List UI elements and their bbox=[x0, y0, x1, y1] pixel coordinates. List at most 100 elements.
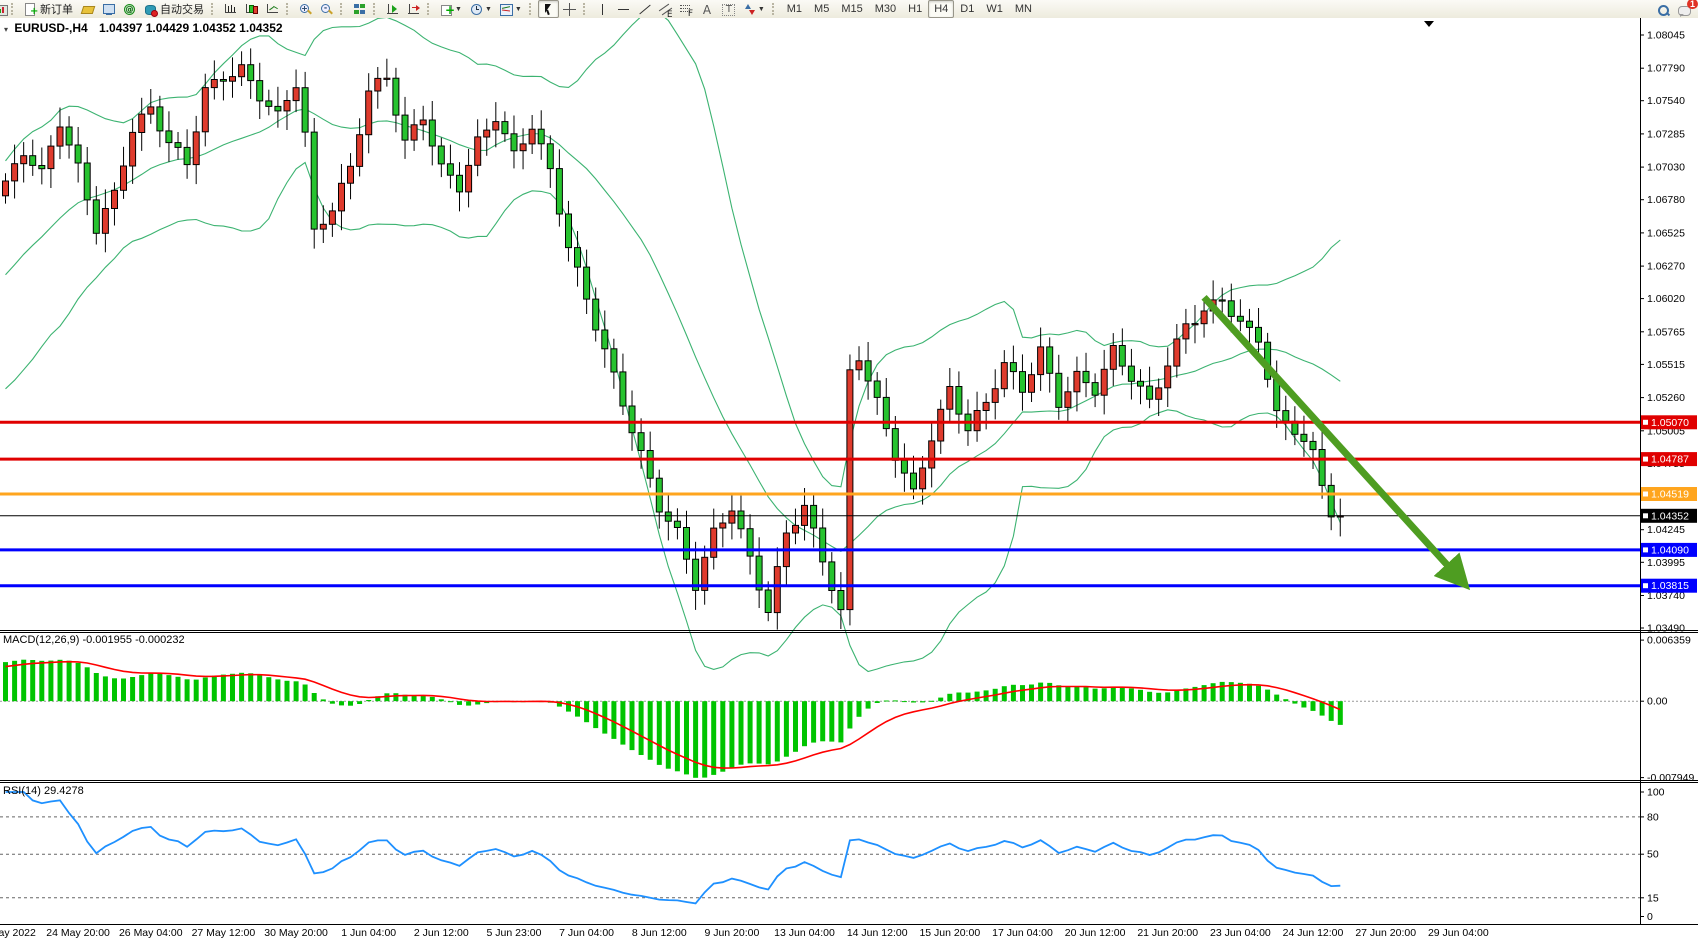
svg-text:15: 15 bbox=[1647, 892, 1659, 904]
signals-button[interactable]: @ bbox=[119, 0, 140, 18]
auto-scroll-button[interactable] bbox=[382, 0, 403, 18]
candle bbox=[284, 101, 290, 111]
metaeditor-button[interactable] bbox=[77, 0, 98, 18]
toolbar-grip[interactable] bbox=[211, 3, 217, 15]
zoom-in-button[interactable]: + bbox=[295, 0, 316, 18]
autotrading-button[interactable]: 自动交易 bbox=[140, 0, 208, 18]
timeframe-d1-button[interactable]: D1 bbox=[954, 0, 980, 18]
price-line-label: 1.04787 bbox=[1641, 452, 1697, 466]
svg-text:14 Jun 12:00: 14 Jun 12:00 bbox=[847, 927, 908, 939]
candle bbox=[738, 511, 744, 529]
periods-button[interactable]: ▼ bbox=[466, 0, 496, 18]
notifications-button[interactable]: 1 bbox=[1674, 1, 1695, 19]
candle bbox=[511, 134, 517, 151]
toolbar-grip[interactable] bbox=[427, 3, 433, 15]
toolbar-grip[interactable] bbox=[286, 3, 292, 15]
svg-text:1.05765: 1.05765 bbox=[1647, 326, 1685, 338]
candle bbox=[566, 214, 572, 248]
cursor-tool-button[interactable] bbox=[538, 0, 559, 18]
arrows-tool-button[interactable]: ▼ bbox=[739, 0, 769, 18]
time-axis[interactable]: 23 May 202224 May 20:0026 May 04:0027 Ma… bbox=[0, 927, 1489, 939]
svg-text:23 May 2022: 23 May 2022 bbox=[0, 927, 36, 939]
candle bbox=[1301, 434, 1307, 441]
bar-chart-type-button[interactable] bbox=[220, 0, 241, 18]
toolbar-grip[interactable] bbox=[11, 3, 17, 15]
timeframe-h4-button[interactable]: H4 bbox=[928, 0, 954, 18]
candle bbox=[1237, 316, 1243, 321]
fibonacci-tool-button[interactable]: F bbox=[676, 0, 697, 18]
timeframe-h1-button[interactable]: H1 bbox=[902, 0, 928, 18]
zoom-out-button[interactable]: - bbox=[316, 0, 337, 18]
bar-chart-icon bbox=[224, 3, 237, 16]
candle bbox=[1328, 485, 1334, 517]
line-chart-type-button[interactable] bbox=[262, 0, 283, 18]
candle bbox=[484, 130, 490, 137]
candle bbox=[1010, 363, 1016, 372]
svg-text:1.07030: 1.07030 bbox=[1647, 162, 1685, 174]
symbol-dropdown-icon[interactable]: ▾ bbox=[4, 25, 8, 34]
candle bbox=[1029, 375, 1035, 393]
timeframe-mn-button[interactable]: MN bbox=[1009, 0, 1038, 18]
timeframe-w1-button[interactable]: W1 bbox=[980, 0, 1009, 18]
timeframe-m30-button[interactable]: M30 bbox=[869, 0, 902, 18]
toolbar-grip[interactable] bbox=[772, 3, 778, 15]
candle bbox=[947, 387, 953, 410]
templates-button[interactable]: ▼ bbox=[496, 0, 526, 18]
text-tool-button[interactable]: A bbox=[697, 0, 718, 18]
candle bbox=[1247, 321, 1253, 327]
indicators-button[interactable]: +▼ bbox=[436, 0, 466, 18]
label-tool-button[interactable]: T bbox=[718, 0, 739, 18]
toolbar-grip[interactable] bbox=[340, 3, 346, 15]
toolbar-grip[interactable] bbox=[529, 3, 535, 15]
bollinger-lower bbox=[6, 163, 1341, 672]
channel-tool-button[interactable]: E bbox=[655, 0, 676, 18]
candle bbox=[39, 166, 45, 169]
horizontal-line-tool-button[interactable] bbox=[613, 0, 634, 18]
clock-icon bbox=[470, 3, 483, 16]
candle bbox=[575, 248, 581, 268]
svg-text:9 Jun 20:00: 9 Jun 20:00 bbox=[704, 927, 759, 939]
candle bbox=[611, 349, 617, 372]
search-button[interactable] bbox=[1653, 1, 1674, 19]
candlestick-chart-type-button[interactable] bbox=[241, 0, 262, 18]
candle bbox=[1138, 381, 1144, 386]
rsi-line bbox=[6, 792, 1341, 903]
market-watch-button[interactable] bbox=[98, 0, 119, 18]
price-line-label: 1.04090 bbox=[1641, 543, 1697, 557]
chart-shift-marker[interactable] bbox=[1424, 21, 1434, 27]
trend-arrow[interactable] bbox=[1204, 297, 1458, 577]
timeframe-m1-button[interactable]: M1 bbox=[781, 0, 808, 18]
candle bbox=[1092, 383, 1098, 396]
indicator-axes[interactable]: 0.0063590.00-0.0079491008050150 bbox=[1640, 635, 1694, 923]
chart-canvas[interactable]: 1.080451.077901.075401.072851.070301.067… bbox=[0, 18, 1698, 939]
candle bbox=[348, 166, 354, 183]
candle bbox=[983, 402, 989, 410]
timeframe-m5-button[interactable]: M5 bbox=[808, 0, 835, 18]
timeframe-m15-button[interactable]: M15 bbox=[835, 0, 868, 18]
candle bbox=[647, 451, 653, 479]
toolbar-grip[interactable] bbox=[583, 3, 589, 15]
candle bbox=[466, 165, 472, 192]
svg-text:1.07540: 1.07540 bbox=[1647, 95, 1685, 107]
candle bbox=[538, 129, 544, 144]
candle bbox=[1174, 339, 1180, 366]
candle bbox=[84, 163, 90, 200]
trendline-tool-button[interactable] bbox=[634, 0, 655, 18]
toolbar-grip[interactable] bbox=[373, 3, 379, 15]
search-icon bbox=[1657, 4, 1670, 17]
candle bbox=[329, 211, 335, 224]
svg-text:29 Jun 04:00: 29 Jun 04:00 bbox=[1428, 927, 1489, 939]
candle bbox=[130, 132, 136, 166]
tile-windows-button[interactable] bbox=[349, 0, 370, 18]
candle bbox=[1056, 373, 1062, 407]
zoom-in-icon: + bbox=[299, 3, 312, 16]
chart-window-icon[interactable] bbox=[0, 3, 8, 16]
candle bbox=[1065, 392, 1071, 408]
new-order-button[interactable]: + 新订单 bbox=[20, 0, 77, 18]
svg-text:0: 0 bbox=[1647, 911, 1653, 923]
vertical-line-tool-button[interactable] bbox=[592, 0, 613, 18]
candle bbox=[847, 370, 853, 610]
candle bbox=[1020, 372, 1026, 393]
crosshair-tool-button[interactable] bbox=[559, 0, 580, 18]
chart-shift-button[interactable] bbox=[403, 0, 424, 18]
